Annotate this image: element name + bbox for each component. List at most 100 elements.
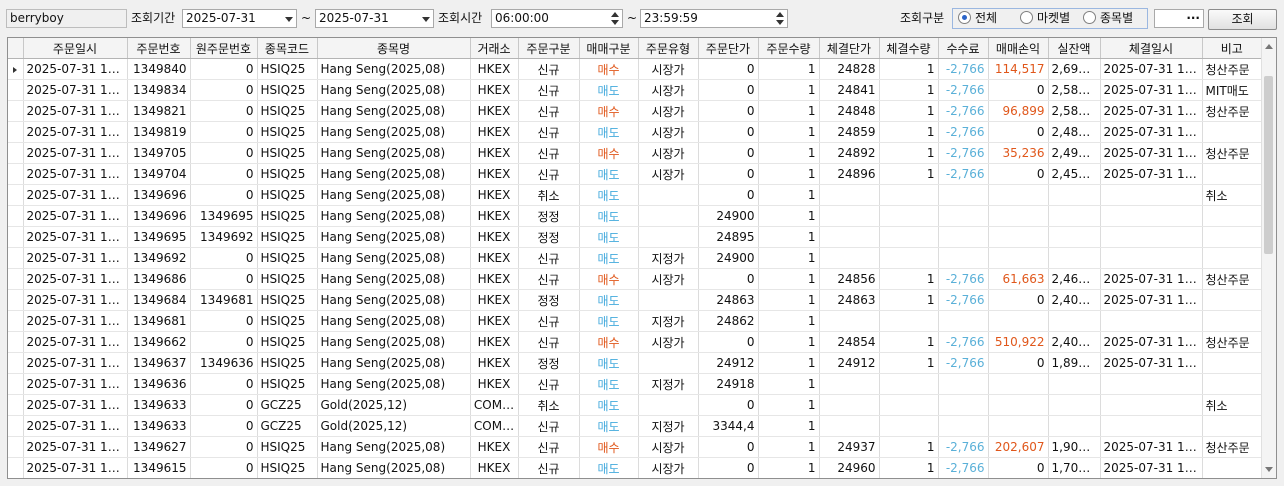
table-row[interactable]: 2025-07-31 12:… 1349681 0 HSIQ25 Hang Seng(2… [8, 310, 1262, 332]
date-to-picker[interactable]: 2025-07-31 [315, 9, 434, 28]
cell-fill-qty: 1 [879, 142, 939, 164]
vertical-scrollbar[interactable] [1261, 38, 1276, 478]
table-row[interactable]: 2025-07-31 12:… 1349633 0 GCZ25 Gold(2025,12… [8, 394, 1262, 416]
cell-orig-order-no: 1349695 [190, 205, 258, 227]
col-header-pnl[interactable]: 매매손익 [988, 38, 1049, 59]
table-row[interactable]: 2025-07-31 12:… 1349696 0 HSIQ25 Hang Seng(2… [8, 184, 1262, 206]
col-header-real-balance[interactable]: 실잔액 [1048, 38, 1101, 59]
radio-market[interactable]: 마켓별 [1020, 9, 1070, 28]
table-row[interactable]: 2025-07-31 14:… 1349821 0 HSIQ25 Hang Seng(2… [8, 100, 1262, 122]
time-to-spinner[interactable]: 23:59:59 [640, 9, 788, 28]
table-row[interactable]: 2025-07-31 12:… 1349695 1349692 HSIQ25 Hang … [8, 226, 1262, 248]
col-header-fill-qty[interactable]: 체결수량 [879, 38, 939, 59]
cell-orig-order-no: 1349692 [190, 226, 258, 248]
cell-fee [938, 310, 989, 332]
cell-note [1202, 352, 1262, 374]
cell-order-qty: 1 [758, 184, 820, 206]
cell-symbol-code: HSIQ25 [257, 331, 318, 353]
col-header-fill-datetime[interactable]: 체결일시 [1100, 38, 1203, 59]
col-header-order-price[interactable]: 주문단가 [698, 38, 759, 59]
col-header-order-kind[interactable]: 주문구분 [518, 38, 580, 59]
col-header-exchange[interactable]: 거래소 [470, 38, 519, 59]
table-row[interactable]: 2025-07-31 12:… 1349684 1349681 HSIQ25 Hang … [8, 289, 1262, 311]
col-header-order-type[interactable]: 주문유형 [638, 38, 699, 59]
table-row[interactable]: 2025-07-31 12:… 1349633 0 GCZ25 Gold(2025,12… [8, 415, 1262, 437]
col-header-order-datetime[interactable]: 주문일시 [23, 38, 128, 59]
cell-fill-price: 24848 [819, 100, 880, 122]
cell-order-no: 1349636 [127, 373, 191, 395]
table-row[interactable]: 2025-07-31 12:… 1349662 0 HSIQ25 Hang Seng(2… [8, 331, 1262, 353]
radio-item[interactable]: 종목별 [1083, 9, 1133, 28]
cell-orig-order-no: 1349636 [190, 352, 258, 374]
cell-symbol-name: Hang Seng(2025,08) [317, 247, 471, 269]
cell-order-kind: 정정 [518, 226, 580, 248]
cell-pnl [988, 247, 1049, 269]
cell-order-datetime: 2025-07-31 12:… [23, 247, 128, 269]
table-row[interactable]: 2025-07-31 12:… 1349615 0 HSIQ25 Hang Seng(2… [8, 457, 1262, 478]
cell-fee: -2,766 [938, 100, 989, 122]
cell-fee [938, 415, 989, 437]
spinner-icon[interactable] [774, 11, 786, 26]
table-row[interactable]: 2025-07-31 12:… 1349627 0 HSIQ25 Hang Seng(2… [8, 436, 1262, 458]
cell-order-datetime: 2025-07-31 14:… [23, 58, 128, 80]
cell-order-qty: 1 [758, 226, 820, 248]
ellipsis-icon[interactable]: ··· [1186, 11, 1200, 25]
cell-order-price: 24900 [698, 247, 759, 269]
table-row[interactable]: 2025-07-31 12:… 1349636 0 HSIQ25 Hang Seng(2… [8, 373, 1262, 395]
cell-order-datetime: 2025-07-31 12:… [23, 436, 128, 458]
table-row[interactable]: 2025-07-31 14:… 1349840 0 HSIQ25 Hang Seng(2… [8, 58, 1262, 80]
col-header-fill-price[interactable]: 체결단가 [819, 38, 880, 59]
row-indicator [8, 121, 24, 143]
col-header-orig-order-no[interactable]: 원주문번호 [190, 38, 258, 59]
table-row[interactable]: 2025-07-31 12:… 1349686 0 HSIQ25 Hang Seng(2… [8, 268, 1262, 290]
cell-fill-datetime [1100, 205, 1203, 227]
period-label: 조회기간 [131, 11, 176, 25]
col-header-order-qty[interactable]: 주문수량 [758, 38, 820, 59]
chevron-down-icon[interactable] [285, 17, 293, 22]
col-header-order-no[interactable]: 주문번호 [127, 38, 191, 59]
radio-all[interactable]: 전체 [958, 9, 997, 28]
cell-real-balance: 1,897,… [1048, 352, 1101, 374]
cell-fill-qty: 1 [879, 352, 939, 374]
table-row[interactable]: 2025-07-31 12:… 1349704 0 HSIQ25 Hang Seng(2… [8, 163, 1262, 185]
col-header-note[interactable]: 비고 [1202, 38, 1262, 59]
item-search-field[interactable]: ··· [1154, 9, 1204, 28]
cell-order-type [638, 184, 699, 206]
cell-side: 매도 [579, 394, 639, 416]
cell-order-qty: 1 [758, 268, 820, 290]
cell-fill-price: 24863 [819, 289, 880, 311]
cell-symbol-code: HSIQ25 [257, 79, 318, 101]
col-header-symbol-code[interactable]: 종목코드 [257, 38, 318, 59]
cell-symbol-code: HSIQ25 [257, 352, 318, 374]
table-row[interactable]: 2025-07-31 12:… 1349637 1349636 HSIQ25 Hang … [8, 352, 1262, 374]
table-row[interactable]: 2025-07-31 12:… 1349696 1349695 HSIQ25 Hang … [8, 205, 1262, 227]
cell-fill-datetime: 2025-07-31 12:… [1100, 352, 1203, 374]
cell-note: 취소 [1202, 394, 1262, 416]
cell-fill-price: 24859 [819, 121, 880, 143]
date-from-picker[interactable]: 2025-07-31 [182, 9, 297, 28]
cell-pnl: 114,517 [988, 58, 1049, 80]
spinner-icon[interactable] [609, 11, 621, 26]
cell-fill-price: 24937 [819, 436, 880, 458]
table-row[interactable]: 2025-07-31 12:… 1349692 0 HSIQ25 Hang Seng(2… [8, 247, 1262, 269]
cell-order-price: 24863 [698, 289, 759, 311]
col-header-symbol-name[interactable]: 종목명 [317, 38, 471, 59]
cell-order-no: 1349686 [127, 268, 191, 290]
col-header-fee[interactable]: 수수료 [938, 38, 989, 59]
table-row[interactable]: 2025-07-31 14:… 1349834 0 HSIQ25 Hang Seng(2… [8, 79, 1262, 101]
scroll-up-icon[interactable] [1265, 44, 1273, 49]
cell-orig-order-no: 0 [190, 142, 258, 164]
cell-order-type: 지정가 [638, 247, 699, 269]
chevron-down-icon[interactable] [422, 17, 430, 22]
scroll-thumb[interactable] [1264, 76, 1273, 254]
table-row[interactable]: 2025-07-31 12:… 1349705 0 HSIQ25 Hang Seng(2… [8, 142, 1262, 164]
time-from-spinner[interactable]: 06:00:00 [491, 9, 623, 28]
cell-order-no: 1349627 [127, 436, 191, 458]
cell-side: 매도 [579, 310, 639, 332]
col-header-side[interactable]: 매매구분 [579, 38, 639, 59]
cell-order-kind: 신규 [518, 79, 580, 101]
table-row[interactable]: 2025-07-31 14:… 1349819 0 HSIQ25 Hang Seng(2… [8, 121, 1262, 143]
search-button[interactable]: 조회 [1208, 9, 1277, 30]
cell-order-datetime: 2025-07-31 12:… [23, 352, 128, 374]
scroll-down-icon[interactable] [1265, 467, 1273, 472]
